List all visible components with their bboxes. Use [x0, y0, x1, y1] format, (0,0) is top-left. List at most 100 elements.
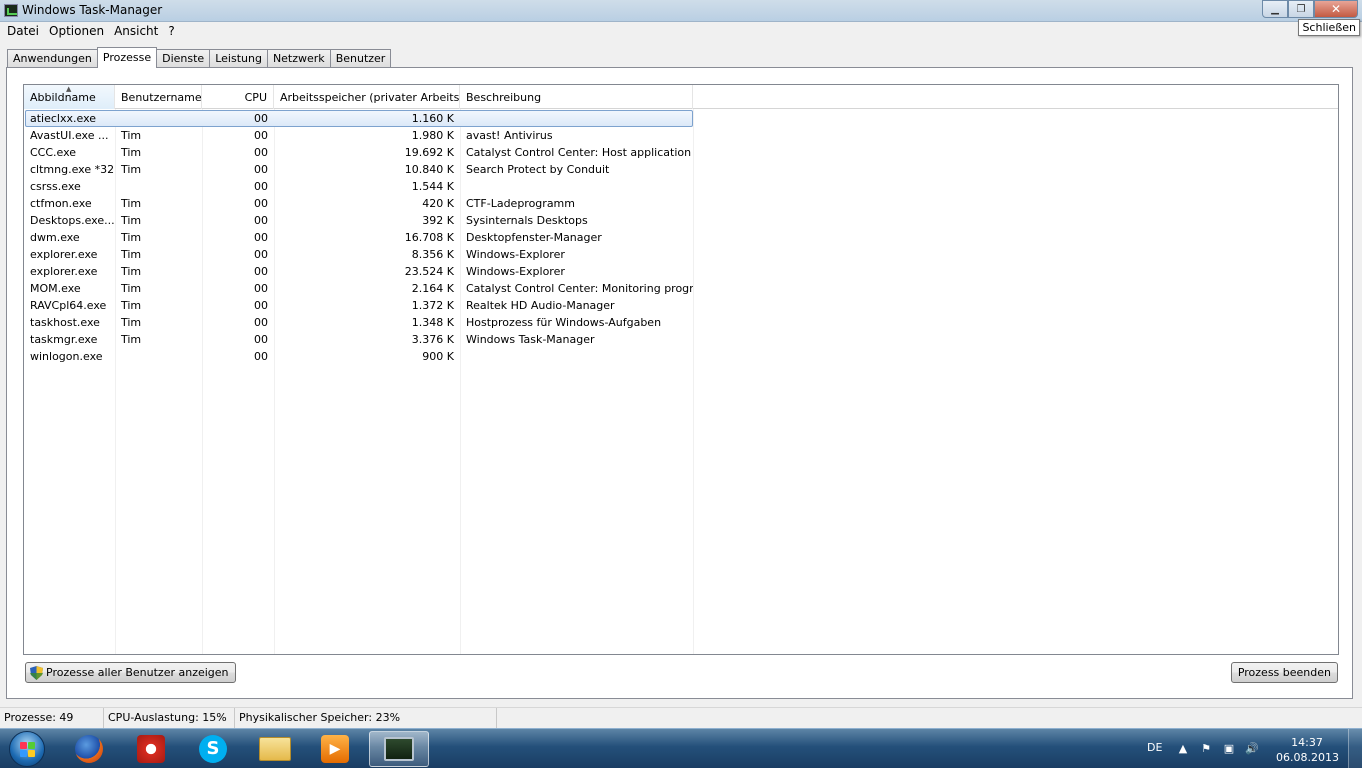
cell-description: Catalyst Control Center: Monitoring prog…: [466, 282, 693, 295]
process-rows: atieclxx.exe 00 1.160 K AvastUI.exe ... Tim 0…: [24, 110, 1338, 365]
cell-cpu: 00: [254, 146, 268, 159]
media-player-icon: ▶: [321, 735, 349, 763]
show-hidden-icons-icon[interactable]: ▲: [1176, 742, 1190, 756]
process-list[interactable]: ▲ Abbildname Benutzername CPU Arbeitsspe…: [23, 84, 1339, 655]
column-header-cpu[interactable]: CPU: [202, 85, 274, 109]
cell-username: Tim: [121, 299, 142, 312]
table-row[interactable]: atieclxx.exe 00 1.160 K: [24, 110, 1338, 127]
table-row[interactable]: MOM.exe Tim 00 2.164 K Catalyst Control Cent…: [24, 280, 1338, 297]
show-desktop-button[interactable]: [1348, 729, 1362, 768]
menu-ansicht[interactable]: Ansicht: [109, 22, 163, 41]
table-row[interactable]: Desktops.exe... Tim 00 392 K Sysinternals De…: [24, 212, 1338, 229]
column-label: Abbildname: [30, 91, 96, 104]
column-header-memory[interactable]: Arbeitsspeicher (privater Arbeitss...: [274, 85, 460, 109]
list-header: ▲ Abbildname Benutzername CPU Arbeitsspe…: [24, 85, 1338, 109]
table-row[interactable]: taskhost.exe Tim 00 1.348 K Hostprozess für …: [24, 314, 1338, 331]
menu-datei[interactable]: Datei: [2, 22, 44, 41]
table-row[interactable]: RAVCpl64.exe Tim 00 1.372 K Realtek HD Audio…: [24, 297, 1338, 314]
column-header-description[interactable]: Beschreibung: [460, 85, 693, 109]
cell-cpu: 00: [254, 333, 268, 346]
taskbar-skype[interactable]: S: [187, 731, 239, 767]
cell-username: Tim: [121, 265, 142, 278]
table-row[interactable]: cltmng.exe *32 Tim 00 10.840 K Search Protec…: [24, 161, 1338, 178]
taskbar-ccleaner[interactable]: [125, 731, 177, 767]
explorer-folder-icon: [259, 737, 291, 761]
cell-description: CTF-Ladeprogramm: [466, 197, 575, 210]
cell-description: Windows-Explorer: [466, 265, 565, 278]
cell-image-name: RAVCpl64.exe: [30, 299, 107, 312]
clock-time: 14:37: [1291, 736, 1323, 749]
language-indicator[interactable]: DE: [1147, 741, 1162, 754]
menu-help[interactable]: ?: [163, 22, 179, 41]
table-row[interactable]: explorer.exe Tim 00 8.356 K Windows-Explorer: [24, 246, 1338, 263]
cell-description: Hostprozess für Windows-Aufgaben: [466, 316, 662, 329]
start-button[interactable]: [4, 729, 50, 768]
title-bar: Windows Task-Manager ▁ ❐ ✕: [0, 0, 1362, 22]
cell-username: Tim: [121, 282, 142, 295]
tab-anwendungen[interactable]: Anwendungen: [7, 49, 98, 68]
end-process-button[interactable]: Prozess beenden: [1230, 662, 1338, 683]
cell-image-name: AvastUI.exe ...: [30, 129, 109, 142]
cell-image-name: dwm.exe: [30, 231, 80, 244]
maximize-button[interactable]: ❐: [1288, 0, 1314, 18]
tray-clock[interactable]: 14:37 06.08.2013: [1276, 735, 1339, 765]
table-row[interactable]: taskmgr.exe Tim 00 3.376 K Windows Task-Mana…: [24, 331, 1338, 348]
tab-leistung[interactable]: Leistung: [209, 49, 268, 68]
show-all-users-label: Prozesse aller Benutzer anzeigen: [46, 666, 229, 679]
close-button[interactable]: ✕: [1314, 0, 1358, 18]
uac-shield-icon: [30, 666, 43, 680]
clock-date: 06.08.2013: [1276, 751, 1339, 764]
cell-username: [115, 348, 202, 365]
menu-bar: Datei Optionen Ansicht ?: [0, 22, 1362, 41]
firefox-icon: [75, 735, 103, 763]
cell-image-name: explorer.exe: [30, 248, 98, 261]
table-row[interactable]: dwm.exe Tim 00 16.708 K Desktopfenster-Manag…: [24, 229, 1338, 246]
cell-cpu: 00: [254, 316, 268, 329]
cell-memory: 1.544 K: [411, 180, 454, 193]
cell-memory: 2.164 K: [411, 282, 454, 295]
tab-prozesse[interactable]: Prozesse: [96, 47, 158, 68]
cell-image-name: cltmng.exe *32: [30, 163, 115, 176]
taskbar-media-player[interactable]: ▶: [309, 731, 361, 767]
table-row[interactable]: ctfmon.exe Tim 00 420 K CTF-Ladeprogramm: [24, 195, 1338, 212]
cell-username: Tim: [121, 231, 142, 244]
table-row[interactable]: explorer.exe Tim 00 23.524 K Windows-Explore…: [24, 263, 1338, 280]
table-row[interactable]: CCC.exe Tim 00 19.692 K Catalyst Control Cen…: [24, 144, 1338, 161]
window-title: Windows Task-Manager: [22, 3, 163, 17]
tab-netzwerk[interactable]: Netzwerk: [266, 49, 331, 68]
cell-username: [115, 178, 202, 195]
table-row[interactable]: winlogon.exe 00 900 K: [24, 348, 1338, 365]
action-center-flag-icon[interactable]: ⚑: [1199, 742, 1213, 756]
cell-username: Tim: [121, 248, 142, 261]
tab-benutzer[interactable]: Benutzer: [329, 49, 392, 68]
cell-cpu: 00: [254, 299, 268, 312]
cell-cpu: 00: [254, 197, 268, 210]
cell-image-name: explorer.exe: [30, 265, 98, 278]
taskbar-firefox[interactable]: [63, 731, 115, 767]
taskbar-task-manager[interactable]: [369, 731, 429, 767]
cell-description: Catalyst Control Center: Host applicatio…: [466, 146, 692, 159]
minimize-button[interactable]: ▁: [1262, 0, 1288, 18]
taskbar-explorer[interactable]: [249, 731, 301, 767]
column-header-image-name[interactable]: ▲ Abbildname: [24, 85, 115, 109]
cell-description: [460, 178, 693, 195]
cell-username: Tim: [121, 129, 142, 142]
tab-dienste[interactable]: Dienste: [156, 49, 211, 68]
skype-icon: S: [199, 735, 227, 763]
cell-description: [460, 110, 693, 127]
cell-username: Tim: [121, 214, 142, 227]
column-header-empty: [693, 85, 1338, 109]
cell-username: Tim: [121, 163, 142, 176]
table-row[interactable]: AvastUI.exe ... Tim 00 1.980 K avast! Antivi…: [24, 127, 1338, 144]
menu-optionen[interactable]: Optionen: [44, 22, 109, 41]
close-tooltip: Schließen: [1298, 19, 1360, 36]
cell-cpu: 00: [254, 163, 268, 176]
table-row[interactable]: csrss.exe 00 1.544 K: [24, 178, 1338, 195]
show-all-users-button[interactable]: Prozesse aller Benutzer anzeigen: [25, 662, 236, 683]
network-icon[interactable]: ▣: [1222, 742, 1236, 756]
column-header-username[interactable]: Benutzername: [115, 85, 202, 109]
status-processes: Prozesse: 49: [0, 708, 104, 728]
cell-memory: 16.708 K: [404, 231, 454, 244]
cell-description: Windows Task-Manager: [466, 333, 595, 346]
volume-icon[interactable]: 🔊: [1245, 742, 1259, 756]
